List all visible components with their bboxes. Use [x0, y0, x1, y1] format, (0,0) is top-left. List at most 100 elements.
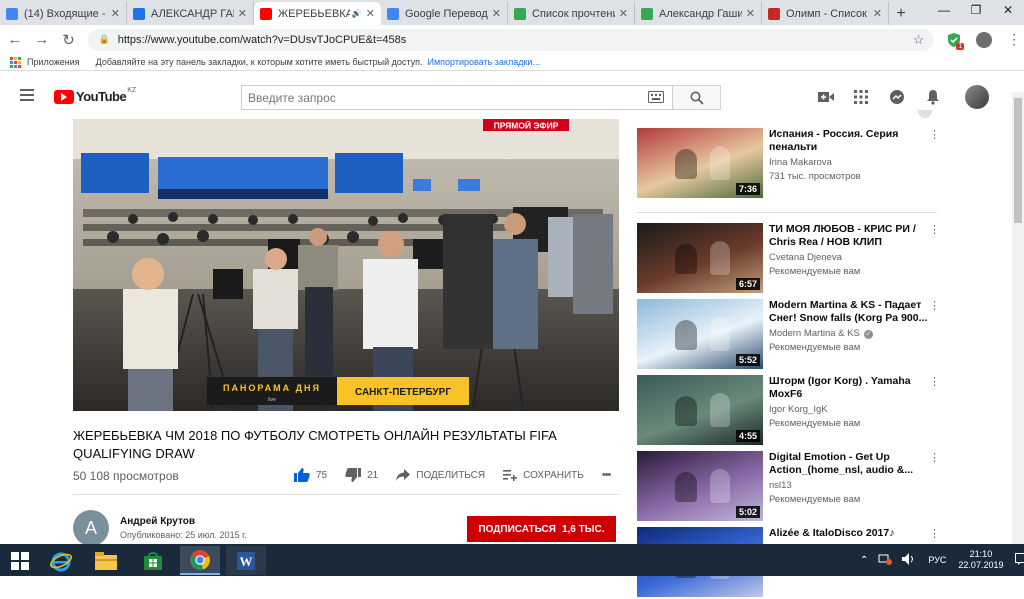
browser-tab[interactable]: АЛЕКСАНДР ГАШИ ✕: [127, 2, 254, 25]
recommendation-item[interactable]: 4:55 Шторм (Igor Korg) . Yamaha MoxF6 Igor…: [637, 375, 940, 447]
share-arrow-icon: [396, 469, 411, 481]
recommendation-item[interactable]: 5:02 Digital Emotion - Get Up Action_(hom…: [637, 451, 940, 523]
volume-icon[interactable]: [902, 553, 916, 567]
more-actions-icon[interactable]: •••: [602, 469, 612, 481]
recommendation-item[interactable]: 7:36 Испания - Россия. Серия пенальти Irin…: [637, 128, 940, 200]
recommendation-menu-icon[interactable]: ⋮: [929, 527, 940, 540]
notifications-bell-icon[interactable]: [924, 88, 942, 106]
recommendation-channel[interactable]: Igor Korg_IgK: [769, 404, 828, 415]
browser-tab[interactable]: Олимп - Список с ✕: [762, 2, 889, 25]
notifications-icon[interactable]: [1015, 553, 1024, 567]
reload-icon[interactable]: ↻: [57, 28, 81, 52]
recommendation-menu-icon[interactable]: ⋮: [929, 375, 940, 388]
tab-close-icon[interactable]: ✕: [111, 7, 120, 20]
channel-avatar[interactable]: А: [73, 510, 109, 546]
chrome-taskbar-icon[interactable]: [180, 546, 220, 575]
recommendation-title[interactable]: Modern Martina & KS - Падает Снег! Snow …: [769, 299, 929, 325]
recommendation-thumbnail[interactable]: 4:55: [637, 375, 763, 445]
recommendation-thumbnail[interactable]: 6:57: [637, 223, 763, 293]
recommendation-item[interactable]: 6:57 ТИ МОЯ ЛЮБОВ - КРИС РИ / Chris Rea /…: [637, 223, 940, 295]
browser-tab[interactable]: (14) Входящие - П ✕: [0, 2, 127, 25]
apps-link[interactable]: Приложения: [27, 57, 80, 67]
recommendation-channel[interactable]: Irina Makarova: [769, 157, 832, 168]
browser-tab[interactable]: ЖЕРЕБЬЕВКА Ч🔊 ✕: [254, 2, 381, 25]
tab-close-icon[interactable]: ✕: [238, 7, 247, 20]
recommendation-title[interactable]: Шторм (Igor Korg) . Yamaha MoxF6: [769, 375, 929, 401]
like-button[interactable]: 75: [294, 468, 327, 482]
search-button[interactable]: [673, 85, 721, 110]
close-window-icon[interactable]: ✕: [992, 0, 1024, 20]
url-text[interactable]: https://www.youtube.com/watch?v=DUsvTJoC…: [118, 34, 407, 46]
recommendation-title[interactable]: Digital Emotion - Get Up Action_(home_ns…: [769, 451, 929, 477]
clock-date: 22.07.2019: [958, 560, 1004, 570]
share-label: ПОДЕЛИТЬСЯ: [416, 469, 486, 481]
maximize-icon[interactable]: ❐: [960, 0, 992, 20]
tray-chevron-icon[interactable]: ⌃: [860, 555, 868, 566]
windows-taskbar: W ⌃ РУС 21:10 22.07.2019: [0, 544, 1024, 576]
recommendation-thumbnail[interactable]: 5:02: [637, 451, 763, 521]
keyboard-icon[interactable]: [648, 91, 664, 106]
tab-close-icon[interactable]: ✕: [492, 7, 501, 20]
share-button[interactable]: ПОДЕЛИТЬСЯ: [396, 469, 485, 481]
user-avatar[interactable]: [965, 85, 989, 109]
address-bar[interactable]: 🔒 https://www.youtube.com/watch?v=DUsvTJ…: [88, 28, 935, 51]
new-tab-button[interactable]: +: [889, 2, 913, 25]
recommendation-title[interactable]: Alizée & ItaloDisco 2017♪: [769, 527, 929, 540]
channel-name[interactable]: Андрей Крутов: [120, 516, 195, 527]
clock[interactable]: 21:10 22.07.2019: [958, 549, 1003, 571]
internet-explorer-icon[interactable]: [41, 546, 81, 575]
recommendation-item[interactable]: 5:52 Modern Martina & KS - Падает Снег! S…: [637, 299, 940, 371]
recommendation-meta: Рекомендуемые вам: [769, 494, 861, 505]
recommendation-channel[interactable]: Cvetana Djeneva: [769, 252, 842, 263]
apps-icon[interactable]: [10, 56, 21, 68]
bookmark-star-icon[interactable]: ☆: [913, 32, 925, 48]
tab-close-icon[interactable]: ✕: [873, 7, 882, 20]
windows-start-icon[interactable]: [0, 546, 40, 575]
file-explorer-icon[interactable]: [86, 546, 126, 575]
recommendation-menu-icon[interactable]: ⋮: [929, 299, 940, 312]
tab-close-icon[interactable]: ✕: [366, 7, 375, 20]
hamburger-menu-icon[interactable]: [20, 89, 34, 101]
recommendation-thumbnail[interactable]: 5:52: [637, 299, 763, 369]
recommendation-channel[interactable]: nsl13: [769, 480, 792, 491]
save-button[interactable]: СОХРАНИТЬ: [503, 469, 584, 481]
tab-title: АЛЕКСАНДР ГАШИ: [151, 7, 234, 20]
youtube-logo[interactable]: YouTube KZ: [54, 87, 136, 104]
browser-tab[interactable]: Александр Гашин ✕: [635, 2, 762, 25]
subscribe-button[interactable]: ПОДПИСАТЬСЯ 1,6 ТЫС.: [467, 516, 616, 542]
apps-grid-icon[interactable]: [852, 88, 870, 106]
import-bookmarks-link[interactable]: Импортировать закладки...: [428, 57, 540, 67]
tab-close-icon[interactable]: ✕: [746, 7, 755, 20]
video-duration: 4:55: [735, 430, 760, 442]
language-indicator[interactable]: РУС: [928, 555, 946, 565]
tab-close-icon[interactable]: ✕: [619, 7, 628, 20]
extension-shield-icon[interactable]: 1: [944, 30, 965, 50]
dislike-button[interactable]: 21: [345, 468, 378, 482]
video-player[interactable]: ПРЯМОЙ ЭФИР ПАНОРАМА ДНЯ live САНКТ-ПЕТЕ…: [73, 119, 619, 411]
recommendation-thumbnail[interactable]: 7:36: [637, 128, 763, 198]
verified-icon: ✓: [863, 330, 873, 339]
browser-menu-icon[interactable]: ⋮: [1004, 30, 1024, 50]
store-icon[interactable]: [133, 546, 173, 575]
browser-tab[interactable]: Список прочтений ✕: [508, 2, 635, 25]
recommendation-menu-icon[interactable]: ⋮: [929, 128, 940, 141]
minimize-icon[interactable]: —: [928, 0, 960, 20]
back-icon[interactable]: ←: [3, 28, 27, 52]
forward-icon[interactable]: →: [30, 28, 54, 52]
create-video-icon[interactable]: [817, 88, 835, 106]
word-taskbar-icon[interactable]: W: [226, 546, 266, 575]
messages-icon[interactable]: [888, 88, 906, 106]
recommendation-menu-icon[interactable]: ⋮: [929, 451, 940, 464]
tab-audio-icon[interactable]: 🔊: [352, 9, 362, 18]
recommendation-title[interactable]: Испания - Россия. Серия пенальти: [769, 128, 929, 154]
scrollbar-thumb[interactable]: [1014, 98, 1022, 223]
recommendation-channel[interactable]: Modern Martina & KS ✓: [769, 328, 873, 339]
page-scrollbar[interactable]: [1012, 92, 1024, 544]
browser-tab[interactable]: Google Переводч ✕: [381, 2, 508, 25]
profile-avatar-icon[interactable]: [974, 30, 994, 50]
recommendation-menu-icon[interactable]: ⋮: [929, 223, 940, 236]
tab-title: ЖЕРЕБЬЕВКА Ч: [278, 7, 350, 20]
recommendation-title[interactable]: ТИ МОЯ ЛЮБОВ - КРИС РИ / Chris Rea / НОВ…: [769, 223, 929, 249]
network-warning-icon[interactable]: [878, 553, 893, 567]
search-input[interactable]: Введите запрос: [241, 85, 673, 110]
